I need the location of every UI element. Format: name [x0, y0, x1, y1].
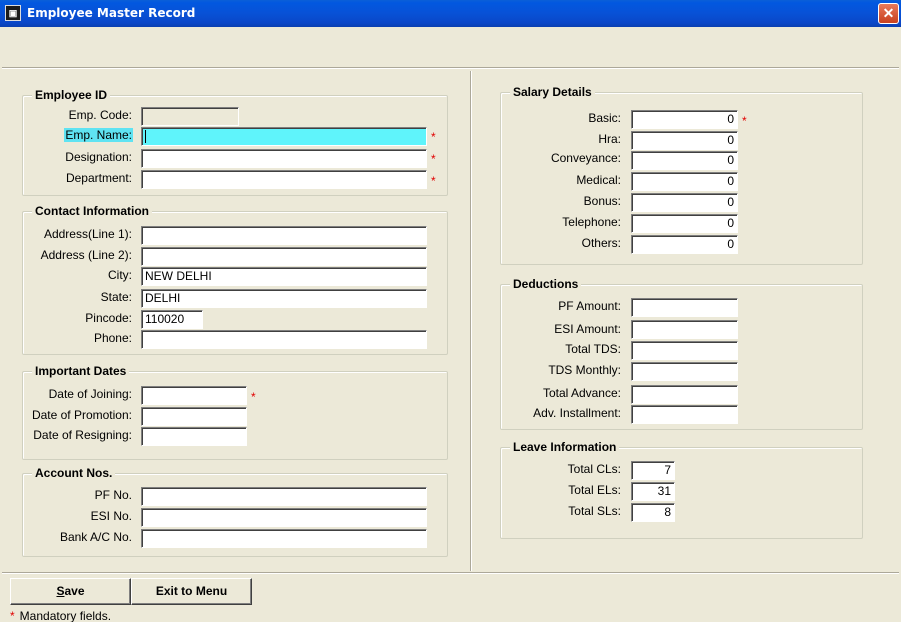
total-tds-field[interactable]: [631, 341, 738, 360]
promotion-date-label: Date of Promotion:: [31, 408, 132, 422]
pincode-field[interactable]: 110020: [141, 310, 203, 329]
emp-code-field[interactable]: [141, 107, 239, 126]
required-marker: *: [431, 130, 436, 144]
adv-installment-label: Adv. Installment:: [533, 406, 621, 420]
joining-date-label: Date of Joining:: [48, 387, 132, 401]
city-label: City:: [108, 268, 132, 282]
address2-field[interactable]: [141, 247, 427, 266]
title-bar[interactable]: ▣ Employee Master Record ✕: [0, 0, 901, 27]
mandatory-note-text: Mandatory fields.: [19, 609, 112, 622]
total-advance-label: Total Advance:: [542, 386, 621, 400]
state-label: State:: [100, 290, 132, 304]
phone-label: Phone:: [93, 331, 132, 345]
mandatory-star: *: [10, 609, 15, 622]
designation-label: Designation:: [65, 150, 132, 164]
mandatory-note: * Mandatory fields.: [10, 609, 111, 622]
tds-monthly-field[interactable]: [631, 362, 738, 381]
promotion-date-field[interactable]: [141, 407, 247, 426]
designation-field[interactable]: [141, 149, 427, 168]
close-icon[interactable]: ✕: [878, 3, 899, 24]
save-button[interactable]: Save: [10, 578, 131, 605]
leave-info-group: Leave Information: [500, 440, 863, 539]
address1-field[interactable]: [141, 226, 427, 245]
window-title: Employee Master Record: [27, 6, 196, 20]
important-dates-title: Important Dates: [32, 364, 130, 378]
total-sls-label: Total SLs:: [568, 504, 621, 518]
department-field[interactable]: [141, 170, 427, 189]
hra-field[interactable]: 0: [631, 131, 738, 150]
total-tds-label: Total TDS:: [565, 342, 621, 356]
top-divider: [2, 67, 899, 69]
medical-field[interactable]: 0: [631, 172, 738, 191]
account-nos-title: Account Nos.: [32, 466, 116, 480]
basic-field[interactable]: 0: [631, 110, 738, 129]
city-field[interactable]: NEW DELHI: [141, 267, 427, 286]
state-field[interactable]: DELHI: [141, 289, 427, 308]
salary-details-title: Salary Details: [510, 85, 595, 99]
resigning-date-field[interactable]: [141, 427, 247, 446]
contact-info-title: Contact Information: [32, 204, 152, 218]
basic-label: Basic:: [588, 111, 621, 125]
department-label: Department:: [65, 171, 132, 185]
total-cls-label: Total CLs:: [567, 462, 621, 476]
tds-monthly-label: TDS Monthly:: [548, 363, 621, 377]
resigning-date-label: Date of Resigning:: [33, 428, 132, 442]
telephone-label: Telephone:: [562, 215, 621, 229]
required-marker: *: [431, 152, 436, 166]
conveyance-label: Conveyance:: [550, 151, 621, 165]
telephone-field[interactable]: 0: [631, 214, 738, 233]
required-marker: *: [742, 114, 747, 128]
conveyance-field[interactable]: 0: [631, 151, 738, 170]
required-marker: *: [431, 174, 436, 188]
save-button-label: ave: [64, 584, 85, 598]
total-cls-field[interactable]: 7: [631, 461, 675, 480]
bank-ac-field[interactable]: [141, 529, 427, 548]
app-icon[interactable]: ▣: [5, 5, 21, 21]
text-caret: [145, 130, 146, 144]
total-advance-field[interactable]: [631, 385, 738, 404]
address1-label: Address(Line 1):: [43, 227, 132, 241]
total-sls-field[interactable]: 8: [631, 503, 675, 522]
emp-name-field[interactable]: [141, 127, 427, 146]
required-marker: *: [251, 390, 256, 404]
exit-to-menu-button[interactable]: Exit to Menu: [131, 578, 252, 605]
pf-amount-field[interactable]: [631, 298, 738, 317]
middle-divider: [470, 71, 472, 571]
esi-amount-label: ESI Amount:: [554, 322, 621, 336]
others-field[interactable]: 0: [631, 235, 738, 254]
bonus-label: Bonus:: [583, 194, 621, 208]
phone-field[interactable]: [141, 330, 427, 349]
hra-label: Hra:: [598, 132, 621, 146]
bank-ac-label: Bank A/C No.: [59, 530, 132, 544]
pincode-label: Pincode:: [85, 311, 132, 325]
esi-no-label: ESI No.: [90, 509, 132, 523]
emp-code-label: Emp. Code:: [68, 108, 132, 122]
others-label: Others:: [581, 236, 621, 250]
pf-no-label: PF No.: [94, 488, 132, 502]
esi-amount-field[interactable]: [631, 320, 738, 339]
employee-id-title: Employee ID: [32, 88, 111, 102]
address2-label: Address (Line 2):: [40, 248, 132, 262]
leave-info-title: Leave Information: [510, 440, 620, 454]
joining-date-field[interactable]: [141, 386, 247, 405]
esi-no-field[interactable]: [141, 508, 427, 527]
bottom-divider: [2, 572, 899, 574]
total-els-label: Total ELs:: [568, 483, 621, 497]
deductions-title: Deductions: [510, 277, 582, 291]
bonus-field[interactable]: 0: [631, 193, 738, 212]
adv-installment-field[interactable]: [631, 405, 738, 424]
emp-name-label: Emp. Name:: [64, 128, 133, 142]
pf-no-field[interactable]: [141, 487, 427, 506]
total-els-field[interactable]: 31: [631, 482, 675, 501]
medical-label: Medical:: [576, 173, 621, 187]
pf-amount-label: PF Amount:: [558, 299, 621, 313]
